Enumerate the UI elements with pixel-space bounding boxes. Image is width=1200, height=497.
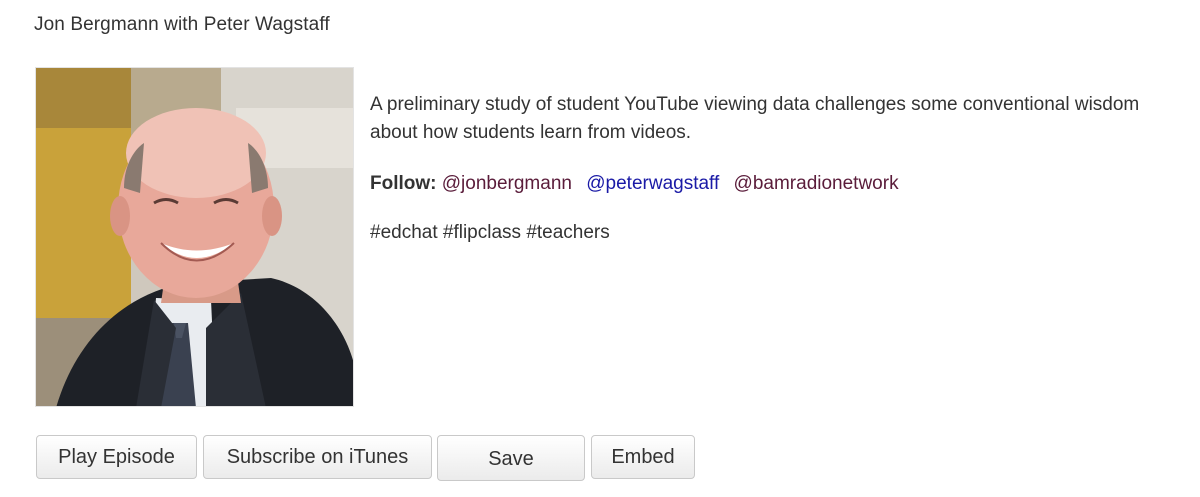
play-episode-button[interactable]: Play Episode bbox=[36, 435, 197, 479]
episode-details: A preliminary study of student YouTube v… bbox=[370, 91, 1180, 245]
save-button[interactable]: Save bbox=[437, 435, 585, 481]
handle-peterwagstaff-link[interactable]: @peterwagstaff bbox=[586, 173, 719, 194]
episode-title: Jon Bergmann with Peter Wagstaff bbox=[34, 14, 330, 35]
episode-description: A preliminary study of student YouTube v… bbox=[370, 94, 1140, 143]
handle-jonbergmann-link[interactable]: @jonbergmann bbox=[442, 173, 572, 194]
episode-page: Jon Bergmann with Peter Wagstaff A preli… bbox=[0, 0, 1200, 497]
guest-photo bbox=[35, 67, 354, 407]
embed-button[interactable]: Embed bbox=[591, 435, 695, 479]
subscribe-itunes-button[interactable]: Subscribe on iTunes bbox=[203, 435, 432, 479]
handle-bamradionetwork-link[interactable]: @bamradionetwork bbox=[734, 173, 899, 194]
hashtags: #edchat #flipclass #teachers bbox=[370, 222, 610, 243]
follow-line: Follow: @jonbergmann @peterwagstaff @bam… bbox=[370, 172, 1180, 196]
follow-label: Follow: bbox=[370, 173, 437, 194]
